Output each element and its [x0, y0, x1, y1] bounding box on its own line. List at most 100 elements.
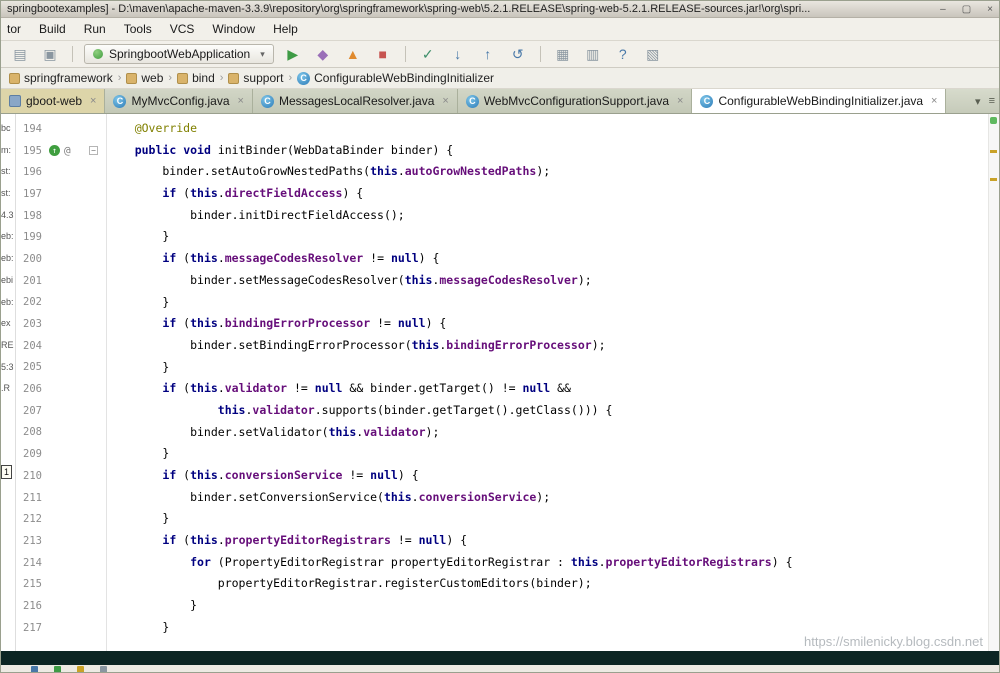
code-line[interactable]: @Override: [107, 118, 988, 140]
line-number[interactable]: 208: [16, 426, 42, 438]
menu-item-tor[interactable]: tor: [7, 22, 21, 36]
menu-item-run[interactable]: Run: [84, 22, 106, 36]
breadcrumb-item-web[interactable]: web: [126, 71, 163, 85]
breadcrumb-item-springframework[interactable]: springframework: [9, 71, 113, 85]
code-line[interactable]: }: [107, 357, 988, 379]
line-number[interactable]: 214: [16, 557, 42, 569]
line-number[interactable]: 200: [16, 253, 42, 265]
tab-messageslocalresolver-java[interactable]: CMessagesLocalResolver.java×: [253, 89, 458, 113]
gutter-row[interactable]: 217: [16, 617, 106, 639]
code-line[interactable]: if (this.messageCodesResolver != null) {: [107, 248, 988, 270]
gutter-row[interactable]: 207: [16, 400, 106, 422]
structure-icon[interactable]: ▥: [582, 44, 604, 64]
profiler-icon[interactable]: ▲: [342, 44, 364, 64]
gutter-row[interactable]: 196: [16, 161, 106, 183]
line-number[interactable]: 203: [16, 318, 42, 330]
gutter-row[interactable]: 216: [16, 595, 106, 617]
code-line[interactable]: }: [107, 226, 988, 248]
project-tree-item[interactable]: ex: [1, 313, 15, 335]
stop-icon[interactable]: ■: [372, 44, 394, 64]
line-number[interactable]: 199: [16, 231, 42, 243]
minimize-button[interactable]: –: [940, 4, 946, 15]
menu-item-window[interactable]: Window: [212, 22, 255, 36]
tab-gboot-web[interactable]: gboot-web×: [1, 89, 105, 113]
open-project-icon[interactable]: ▤: [9, 44, 31, 64]
gutter-row[interactable]: 210: [16, 465, 106, 487]
tool-windows-icon[interactable]: ▧: [642, 44, 664, 64]
rollback-icon[interactable]: ↺: [507, 44, 529, 64]
breadcrumb-item-support[interactable]: support: [228, 71, 283, 85]
tab-actions-icon[interactable]: ≡: [989, 95, 995, 107]
gutter-row[interactable]: 203: [16, 313, 106, 335]
code-line[interactable]: }: [107, 292, 988, 314]
build-icon[interactable]: ▦: [552, 44, 574, 64]
gutter-row[interactable]: 211: [16, 487, 106, 509]
line-number[interactable]: 196: [16, 166, 42, 178]
gutter-row[interactable]: 215: [16, 573, 106, 595]
code-line[interactable]: binder.setAutoGrowNestedPaths(this.autoG…: [107, 161, 988, 183]
gutter-row[interactable]: 201: [16, 270, 106, 292]
line-number[interactable]: 198: [16, 210, 42, 222]
toolwindow-run-icon[interactable]: [31, 666, 38, 673]
code-line[interactable]: if (this.bindingErrorProcessor != null) …: [107, 313, 988, 335]
line-number[interactable]: 197: [16, 188, 42, 200]
gutter-row[interactable]: 195↑@−: [16, 140, 106, 162]
tab-close-icon[interactable]: ×: [238, 95, 244, 107]
commit-check-icon[interactable]: ✓: [417, 44, 439, 64]
project-tree-item[interactable]: ebi: [1, 270, 15, 292]
project-tree-item[interactable]: eb:: [1, 226, 15, 248]
code-line[interactable]: binder.setBindingErrorProcessor(this.bin…: [107, 335, 988, 357]
code-line[interactable]: if (this.propertyEditorRegistrars != nul…: [107, 530, 988, 552]
project-tree-item[interactable]: bc: [1, 118, 15, 140]
toolwindow-event-icon[interactable]: [100, 666, 107, 673]
gutter-row[interactable]: 205: [16, 357, 106, 379]
code-line[interactable]: for (PropertyEditorRegistrar propertyEdi…: [107, 552, 988, 574]
line-number[interactable]: 195: [16, 145, 42, 157]
line-number[interactable]: 202: [16, 296, 42, 308]
gutter-row[interactable]: 204: [16, 335, 106, 357]
tab-close-icon[interactable]: ×: [442, 95, 448, 107]
code-line[interactable]: }: [107, 508, 988, 530]
menu-item-help[interactable]: Help: [273, 22, 298, 36]
line-number[interactable]: 194: [16, 123, 42, 135]
code-line[interactable]: propertyEditorRegistrar.registerCustomEd…: [107, 573, 988, 595]
project-tree-item[interactable]: st:: [1, 161, 15, 183]
project-tree-item[interactable]: .R: [1, 378, 15, 400]
code-line[interactable]: binder.setMessageCodesResolver(this.mess…: [107, 270, 988, 292]
hidden-tabs-icon[interactable]: ▾: [975, 95, 981, 108]
line-number[interactable]: 206: [16, 383, 42, 395]
project-tree-item[interactable]: 5:3: [1, 357, 15, 379]
project-tree-item[interactable]: st:: [1, 183, 15, 205]
project-tree-item[interactable]: eb:: [1, 292, 15, 314]
code-line[interactable]: }: [107, 443, 988, 465]
tab-webmvcconfigurationsupport-java[interactable]: CWebMvcConfigurationSupport.java×: [458, 89, 693, 113]
project-tree-item[interactable]: 4.3: [1, 205, 15, 227]
coverage-icon[interactable]: ◆: [312, 44, 334, 64]
code-line[interactable]: public void initBinder(WebDataBinder bin…: [107, 140, 988, 162]
push-icon[interactable]: ↑: [477, 44, 499, 64]
project-tree-item[interactable]: m:: [1, 140, 15, 162]
gutter-row[interactable]: 200: [16, 248, 106, 270]
gutter-row[interactable]: 198: [16, 205, 106, 227]
tab-close-icon[interactable]: ×: [677, 95, 683, 107]
line-number[interactable]: 215: [16, 578, 42, 590]
tab-mymvcconfig-java[interactable]: CMyMvcConfig.java×: [105, 89, 252, 113]
gutter-row[interactable]: 214: [16, 552, 106, 574]
line-number[interactable]: 207: [16, 405, 42, 417]
line-number[interactable]: 216: [16, 600, 42, 612]
maximize-button[interactable]: ▢: [962, 4, 971, 15]
menu-item-tools[interactable]: Tools: [124, 22, 152, 36]
project-tree-sliver[interactable]: bcm:st:st:4.3eb:eb:ebieb:exRE5:3.R: [1, 118, 15, 651]
gutter-row[interactable]: 208: [16, 422, 106, 444]
code-line[interactable]: binder.setValidator(this.validator);: [107, 422, 988, 444]
line-number[interactable]: 211: [16, 492, 42, 504]
line-number[interactable]: 201: [16, 275, 42, 287]
menu-item-build[interactable]: Build: [39, 22, 66, 36]
run-icon[interactable]: ▶: [282, 44, 304, 64]
gutter[interactable]: 194 195↑@− 196 197 198 199 200 201 202 203 204205 2…: [16, 118, 106, 639]
gutter-row[interactable]: 194: [16, 118, 106, 140]
line-number[interactable]: 212: [16, 513, 42, 525]
project-tree-item[interactable]: eb:: [1, 248, 15, 270]
line-number[interactable]: 209: [16, 448, 42, 460]
code-line[interactable]: this.validator.supports(binder.getTarget…: [107, 400, 988, 422]
